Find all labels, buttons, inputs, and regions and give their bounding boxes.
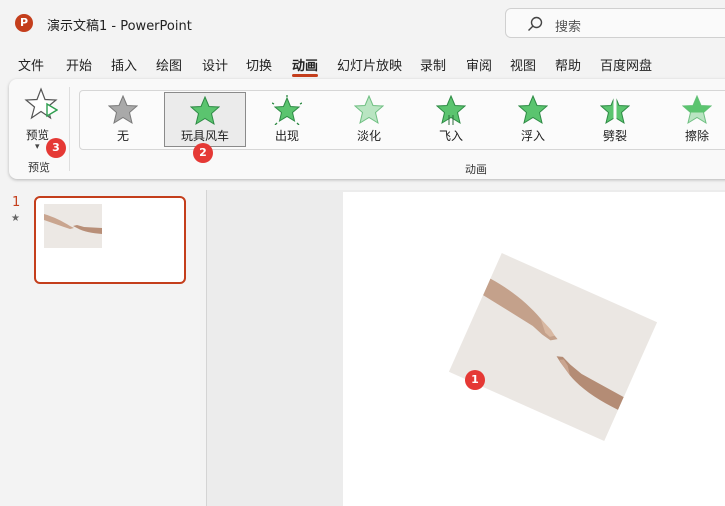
title-bar: P 演示文稿1 - PowerPoint 搜索 bbox=[0, 0, 725, 46]
tab-insert[interactable]: 插入 bbox=[111, 55, 137, 74]
tab-draw[interactable]: 绘图 bbox=[156, 55, 182, 74]
slide-thumbnail[interactable] bbox=[34, 196, 186, 284]
tab-home[interactable]: 开始 bbox=[66, 55, 92, 74]
ribbon-panel: 预览 ▾ 预览 无 玩具风车 出现 淡化 飞入 浮入 劈裂 擦除 动画 2 3 bbox=[9, 79, 725, 179]
preview-label: 预览 bbox=[26, 128, 49, 142]
effect-label: 擦除 bbox=[684, 129, 709, 143]
effect-none[interactable]: 无 bbox=[82, 91, 164, 149]
effect-label: 劈裂 bbox=[602, 129, 627, 143]
ribbon-tabs: 文件 开始 插入 绘图 设计 切换 动画 幻灯片放映 录制 审阅 视图 帮助 百… bbox=[0, 52, 725, 77]
powerpoint-logo-icon: P bbox=[15, 14, 33, 32]
effect-label: 玩具风车 bbox=[180, 129, 229, 143]
pinwheel-star-icon bbox=[190, 96, 220, 126]
effect-fly-in[interactable]: 飞入 bbox=[410, 91, 492, 149]
tab-transitions[interactable]: 切换 bbox=[246, 55, 272, 74]
fade-star-icon bbox=[354, 95, 384, 125]
effect-wipe[interactable]: 擦除 bbox=[656, 91, 725, 149]
preview-star-icon bbox=[24, 87, 58, 120]
group-divider bbox=[69, 87, 70, 171]
window-title: 演示文稿1 - PowerPoint bbox=[47, 19, 192, 34]
effect-split[interactable]: 劈裂 bbox=[574, 91, 656, 149]
float-in-star-icon bbox=[518, 95, 548, 125]
step-badge: 1 bbox=[465, 370, 485, 390]
effect-pinwheel[interactable]: 玩具风车 bbox=[164, 92, 246, 147]
tab-review[interactable]: 审阅 bbox=[466, 55, 492, 74]
animation-gallery: 无 玩具风车 出现 淡化 飞入 浮入 劈裂 擦除 bbox=[79, 90, 725, 150]
slide-number: 1 bbox=[12, 195, 21, 210]
effect-label: 出现 bbox=[274, 129, 299, 143]
search-input[interactable]: 搜索 bbox=[505, 8, 725, 38]
tab-help[interactable]: 帮助 bbox=[555, 55, 581, 74]
tab-design[interactable]: 设计 bbox=[202, 55, 228, 74]
search-placeholder: 搜索 bbox=[555, 20, 582, 35]
animation-group-label: 动画 bbox=[465, 163, 487, 176]
tab-animations[interactable]: 动画 bbox=[292, 55, 318, 74]
effect-label: 淡化 bbox=[356, 129, 381, 143]
tab-record[interactable]: 录制 bbox=[420, 55, 446, 74]
step-badge: 2 bbox=[193, 143, 213, 163]
none-star-icon bbox=[108, 95, 138, 125]
effect-label: 飞入 bbox=[438, 129, 463, 143]
effect-label: 无 bbox=[116, 129, 129, 143]
thumbnail-photo bbox=[44, 204, 102, 248]
animation-indicator-icon: ★ bbox=[11, 213, 20, 224]
step-badge: 3 bbox=[46, 138, 66, 158]
effect-fade[interactable]: 淡化 bbox=[328, 91, 410, 149]
search-icon bbox=[528, 16, 543, 31]
active-tab-indicator bbox=[292, 74, 318, 77]
split-star-icon bbox=[600, 95, 630, 125]
effect-appear[interactable]: 出现 bbox=[246, 91, 328, 149]
chevron-down-icon[interactable]: ▾ bbox=[35, 142, 40, 152]
preview-group-label: 预览 bbox=[28, 161, 50, 174]
tab-slideshow[interactable]: 幻灯片放映 bbox=[337, 55, 402, 74]
effect-float-in[interactable]: 浮入 bbox=[492, 91, 574, 149]
tab-baidu-netdisk[interactable]: 百度网盘 bbox=[600, 55, 652, 74]
tab-view[interactable]: 视图 bbox=[510, 55, 536, 74]
tab-file[interactable]: 文件 bbox=[18, 55, 44, 74]
fly-in-star-icon bbox=[436, 95, 466, 125]
wipe-star-icon bbox=[682, 95, 712, 125]
effect-label: 浮入 bbox=[520, 129, 545, 143]
appear-star-icon bbox=[272, 95, 302, 125]
